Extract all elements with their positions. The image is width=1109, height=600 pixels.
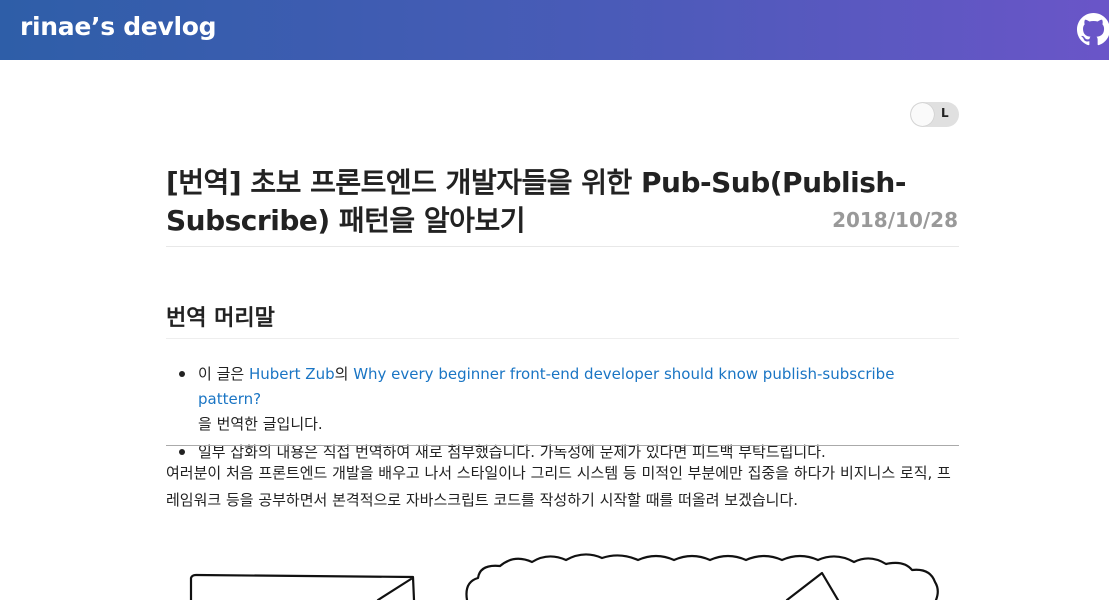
author-link[interactable]: Hubert Zub	[249, 365, 335, 383]
github-icon[interactable]	[1077, 13, 1109, 46]
section-divider	[166, 338, 959, 339]
body-paragraph: 여러분이 처음 프론트엔드 개발을 배우고 나서 스타일이나 그리드 시스템 등…	[166, 464, 951, 509]
post-date: 2018/10/28	[832, 208, 958, 232]
notes-divider	[166, 445, 959, 446]
site-header: rinae’s devlog	[0, 0, 1109, 60]
section-title: 번역 머리말	[166, 306, 275, 331]
theme-toggle[interactable]: L	[910, 102, 959, 127]
toggle-label: L	[941, 106, 949, 120]
toggle-knob	[911, 103, 934, 126]
title-divider	[166, 246, 959, 247]
illustration-image	[189, 553, 939, 600]
translator-notes: 이 글은 Hubert Zub의 Why every beginner fron…	[166, 362, 959, 465]
note-text: 의	[334, 365, 354, 383]
note-text: 이 글은	[198, 365, 249, 383]
note-text: 을 번역한 글입니다.	[198, 415, 323, 433]
list-item: 이 글은 Hubert Zub의 Why every beginner fron…	[166, 362, 959, 437]
site-title[interactable]: rinae’s devlog	[20, 12, 217, 41]
